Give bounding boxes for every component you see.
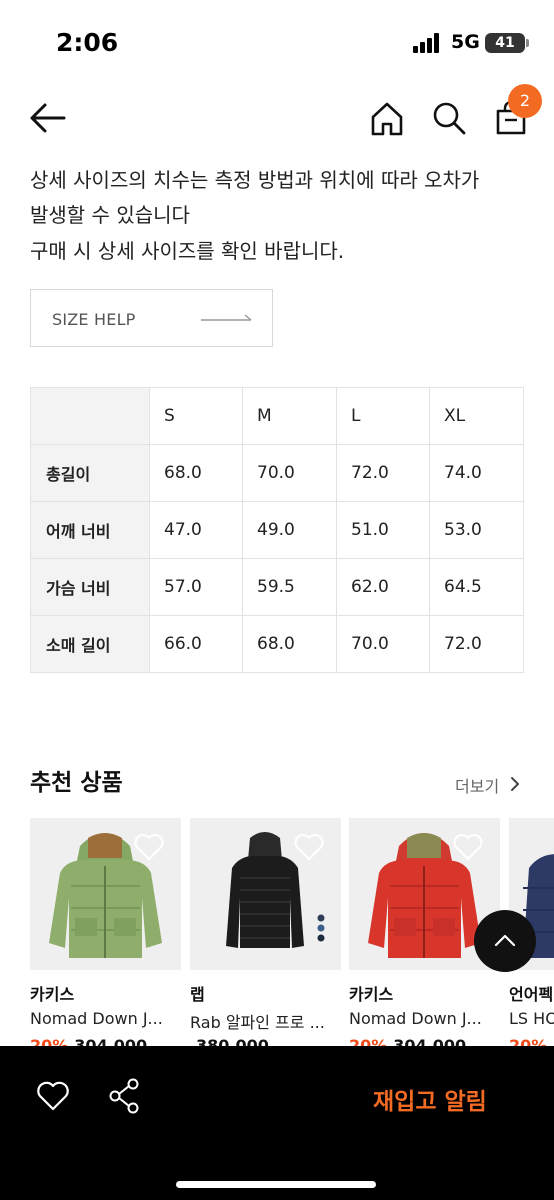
row-label: 어깨 너비: [30, 501, 150, 559]
size-help-button[interactable]: SIZE HELP: [30, 289, 273, 347]
heart-icon[interactable]: [293, 832, 325, 862]
see-more-link[interactable]: 더보기: [455, 773, 499, 797]
search-icon[interactable]: [431, 100, 467, 136]
size-column-header: M: [242, 387, 337, 445]
heart-icon[interactable]: [36, 1080, 70, 1112]
product-name: Nomad Down J...: [349, 1009, 482, 1028]
product-brand: 랩: [190, 985, 205, 1004]
heart-icon[interactable]: [452, 832, 484, 862]
network-type: 5G: [451, 31, 480, 53]
table-cell: 64.5: [429, 558, 524, 616]
product-name: LS HO: [509, 1009, 554, 1028]
table-row: 가슴 너비 57.0 59.5 62.0 64.5: [30, 558, 524, 616]
table-cell: 57.0: [149, 558, 243, 616]
battery-level: 41: [495, 35, 515, 51]
restock-alert-button[interactable]: 재입고 알림: [373, 1082, 487, 1116]
table-cell: 62.0: [336, 558, 430, 616]
size-column-header: XL: [429, 387, 524, 445]
table-cell: 72.0: [336, 444, 430, 502]
table-cell: 74.0: [429, 444, 524, 502]
table-row: 소매 길이 66.0 68.0 70.0 72.0: [30, 615, 524, 673]
product-brand: 카키스: [349, 985, 394, 1004]
product-name: Nomad Down J...: [30, 1009, 163, 1028]
recommended-title: 추천 상품: [30, 770, 123, 796]
long-arrow-right-icon: [201, 314, 252, 321]
cart-count-badge[interactable]: 2: [508, 84, 542, 118]
heart-icon[interactable]: [133, 832, 165, 862]
status-bar: 2:06 5G 41: [0, 0, 554, 88]
scroll-to-top-button[interactable]: [474, 910, 536, 972]
chevron-up-icon: [494, 934, 516, 947]
size-notice-line3: 구매 시 상세 사이즈를 확인 바랍니다.: [30, 239, 345, 263]
table-cell: 68.0: [242, 615, 337, 673]
table-row: 총길이 68.0 70.0 72.0 74.0: [30, 444, 524, 502]
size-table: S M L XL 총길이 68.0 70.0 72.0 74.0 어깨 너비 4…: [30, 387, 524, 673]
size-table-header: S M L XL: [30, 387, 524, 445]
chevron-right-icon[interactable]: [509, 775, 521, 793]
product-image[interactable]: [30, 818, 181, 970]
row-label: 가슴 너비: [30, 558, 150, 616]
product-brand: 카키스: [30, 985, 75, 1004]
product-card[interactable]: 랩 Rab 알파인 프로 ... 380,000: [190, 818, 341, 1058]
share-icon[interactable]: [108, 1078, 140, 1114]
table-cell: 49.0: [242, 501, 337, 559]
size-notice-line2: 발생할 수 있습니다: [30, 203, 190, 227]
table-row: 어깨 너비 47.0 49.0 51.0 53.0: [30, 501, 524, 559]
battery-icon: 41: [485, 33, 525, 53]
table-cell: 72.0: [429, 615, 524, 673]
table-corner-cell: [30, 387, 150, 445]
table-cell: 66.0: [149, 615, 243, 673]
table-cell: 68.0: [149, 444, 243, 502]
table-cell: 47.0: [149, 501, 243, 559]
battery-tip: [526, 39, 529, 47]
cellular-signal-icon: [413, 33, 441, 53]
row-label: 소매 길이: [30, 615, 150, 673]
home-icon[interactable]: [368, 100, 406, 138]
bottom-action-bar: 재입고 알림: [0, 1046, 554, 1200]
product-card[interactable]: 카키스 Nomad Down J... 20%304,000: [30, 818, 181, 1058]
product-image[interactable]: [190, 818, 341, 970]
table-cell: 70.0: [336, 615, 430, 673]
table-cell: 59.5: [242, 558, 337, 616]
table-cell: 51.0: [336, 501, 430, 559]
size-column-header: S: [149, 387, 243, 445]
table-cell: 53.0: [429, 501, 524, 559]
size-notice-line1: 상세 사이즈의 치수는 측정 방법과 위치에 따라 오차가: [30, 168, 480, 192]
home-indicator: [176, 1181, 376, 1188]
status-time: 2:06: [56, 28, 119, 57]
back-arrow-icon[interactable]: [28, 100, 68, 136]
product-brand: 언어펙: [509, 985, 554, 1004]
product-name: Rab 알파인 프로 ...: [190, 1013, 325, 1032]
size-help-label: SIZE HELP: [52, 310, 136, 329]
size-column-header: L: [336, 387, 430, 445]
row-label: 총길이: [30, 444, 150, 502]
table-cell: 70.0: [242, 444, 337, 502]
